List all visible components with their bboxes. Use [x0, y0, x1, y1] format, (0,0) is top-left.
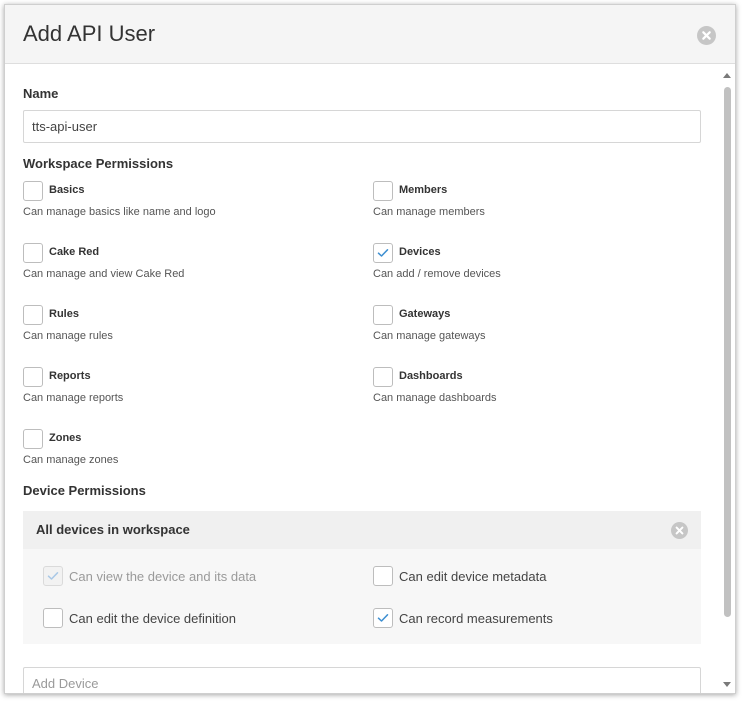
permission-rules: Rules Can manage rules	[23, 305, 353, 349]
permission-members: Members Can manage members	[373, 181, 703, 225]
add-api-user-dialog: Add API User Name Workspace Permissions …	[4, 4, 736, 694]
permission-checkbox[interactable]	[373, 243, 393, 263]
device-permission-checkbox	[43, 566, 63, 586]
permission-description: Can manage members	[373, 206, 485, 218]
checkmark-icon	[47, 572, 59, 580]
workspace-permissions-heading: Workspace Permissions	[23, 156, 174, 171]
permission-title: Rules	[49, 308, 79, 320]
permission-title: Gateways	[399, 308, 451, 320]
permission-checkbox[interactable]	[23, 243, 43, 263]
permission-title: Reports	[49, 370, 91, 382]
permission-gateways: Gateways Can manage gateways	[373, 305, 703, 349]
device-permissions-panel: All devices in workspace Can view the de…	[23, 511, 701, 644]
dialog-header: Add API User	[5, 5, 735, 64]
permission-basics: Basics Can manage basics like name and lo…	[23, 181, 353, 225]
checkmark-icon	[377, 614, 389, 622]
vertical-scrollbar[interactable]	[719, 65, 735, 693]
scroll-up-arrow-icon[interactable]	[723, 73, 731, 78]
device-permission-checkbox[interactable]	[43, 608, 63, 628]
permission-checkbox[interactable]	[23, 429, 43, 449]
device-permission-label: Can record measurements	[399, 611, 553, 626]
remove-device-scope-button[interactable]	[671, 522, 688, 539]
close-dialog-button[interactable]	[697, 26, 716, 45]
permission-title: Members	[399, 184, 448, 196]
permission-checkbox[interactable]	[23, 367, 43, 387]
dialog-title: Add API User	[23, 21, 156, 46]
permission-checkbox[interactable]	[23, 181, 43, 201]
name-label: Name	[23, 86, 59, 101]
device-permissions-heading: Device Permissions	[23, 483, 146, 498]
permission-dashboards: Dashboards Can manage dashboards	[373, 367, 703, 411]
checkmark-icon	[377, 249, 389, 257]
permission-title: Basics	[49, 184, 85, 196]
close-icon	[675, 526, 684, 535]
close-icon	[702, 31, 711, 40]
permission-title: Cake Red	[49, 246, 100, 258]
permission-zones: Zones Can manage zones	[23, 429, 353, 473]
permission-description: Can manage gateways	[373, 330, 486, 342]
name-input[interactable]	[23, 110, 701, 143]
device-permission-label: Can edit device metadata	[399, 569, 547, 584]
permission-title: Devices	[399, 246, 441, 258]
permission-description: Can manage zones	[23, 454, 119, 466]
device-permission-label: Can view the device and its data	[69, 569, 257, 584]
device-permission-label: Can edit the device definition	[69, 611, 236, 626]
permission-description: Can manage basics like name and logo	[23, 206, 216, 218]
permission-title: Dashboards	[399, 370, 463, 382]
permission-checkbox[interactable]	[23, 305, 43, 325]
permission-description: Can manage reports	[23, 392, 124, 404]
device-panel-title: All devices in workspace	[36, 522, 190, 537]
scroll-down-arrow-icon[interactable]	[723, 682, 731, 687]
permission-title: Zones	[49, 432, 82, 444]
scrollbar-thumb[interactable]	[724, 87, 731, 617]
permission-cake-red: Cake Red Can manage and view Cake Red	[23, 243, 353, 287]
dialog-body: Name Workspace Permissions Basics Can man…	[5, 65, 720, 693]
permission-description: Can manage rules	[23, 330, 113, 342]
permission-devices: Devices Can add / remove devices	[373, 243, 703, 287]
permission-description: Can add / remove devices	[373, 268, 501, 280]
add-device-input[interactable]	[23, 667, 701, 693]
permission-checkbox[interactable]	[373, 305, 393, 325]
device-panel-header: All devices in workspace	[23, 511, 701, 549]
permission-reports: Reports Can manage reports	[23, 367, 353, 411]
device-permission-checkbox[interactable]	[373, 608, 393, 628]
permission-description: Can manage dashboards	[373, 392, 497, 404]
permission-checkbox[interactable]	[373, 367, 393, 387]
permission-checkbox[interactable]	[373, 181, 393, 201]
device-permission-checkbox[interactable]	[373, 566, 393, 586]
permission-description: Can manage and view Cake Red	[23, 268, 185, 280]
